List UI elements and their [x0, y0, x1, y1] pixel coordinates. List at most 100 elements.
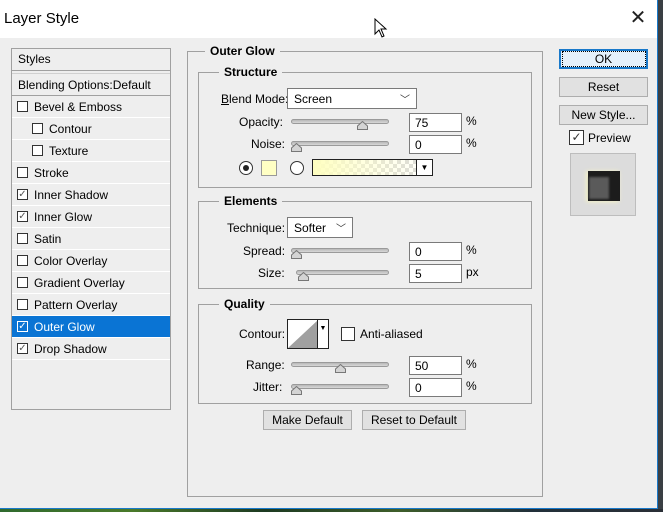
ok-button[interactable]: OK: [559, 49, 648, 69]
slider-track: [296, 270, 389, 275]
glow-color-swatch[interactable]: [261, 160, 277, 176]
styles-header[interactable]: Styles: [12, 49, 170, 71]
style-item-inner-shadow[interactable]: ✓ Inner Shadow: [12, 184, 170, 206]
checkbox-icon[interactable]: [17, 277, 28, 288]
opacity-input[interactable]: 75: [409, 113, 462, 132]
range-slider[interactable]: [291, 359, 389, 375]
style-item-outer-glow[interactable]: ✓ Outer Glow: [12, 316, 170, 338]
style-item-satin[interactable]: Satin: [12, 228, 170, 250]
checkbox-icon[interactable]: [32, 123, 43, 134]
spread-slider[interactable]: [291, 245, 389, 261]
gradient-radio[interactable]: [290, 161, 304, 175]
make-default-button[interactable]: Make Default: [263, 410, 352, 430]
noise-unit: %: [466, 136, 477, 150]
chevron-down-icon: ﹀: [400, 95, 410, 106]
checkbox-icon[interactable]: [17, 101, 28, 112]
style-item-label: Stroke: [34, 165, 69, 180]
slider-thumb[interactable]: [297, 272, 309, 281]
blend-mode-value: Screen: [294, 92, 333, 106]
spread-input[interactable]: 0: [409, 242, 462, 261]
preview-checkbox[interactable]: ✓: [569, 130, 584, 145]
style-item-stroke[interactable]: Stroke: [12, 162, 170, 184]
style-item-inner-glow[interactable]: ✓ Inner Glow: [12, 206, 170, 228]
jitter-label: Jitter:: [253, 380, 283, 394]
reset-button[interactable]: Reset: [559, 77, 648, 97]
preview-shape: [588, 171, 620, 201]
jitter-unit: %: [466, 379, 477, 393]
style-item-bevel-emboss[interactable]: Bevel & Emboss: [12, 96, 170, 118]
contour-curve-icon: [288, 320, 318, 348]
style-item-color-overlay[interactable]: Color Overlay: [12, 250, 170, 272]
technique-value: Softer: [294, 221, 327, 235]
opacity-slider[interactable]: [291, 116, 389, 132]
solid-color-radio[interactable]: [239, 161, 253, 175]
style-item-texture[interactable]: Texture: [12, 140, 170, 162]
chevron-down-icon: ﹀: [336, 224, 346, 235]
checkbox-icon[interactable]: [17, 255, 28, 266]
style-item-label: Pattern Overlay: [34, 297, 118, 312]
size-slider[interactable]: [296, 267, 389, 283]
style-preview: [570, 153, 636, 216]
opacity-label: Opacity:: [239, 115, 284, 129]
technique-select[interactable]: Softer ﹀: [287, 217, 353, 238]
checkbox-icon[interactable]: [17, 167, 28, 178]
quality-title: Quality: [219, 297, 270, 311]
style-item-pattern-overlay[interactable]: Pattern Overlay: [12, 294, 170, 316]
dropdown-arrow-icon[interactable]: ▼: [416, 160, 432, 175]
new-style-button[interactable]: New Style...: [559, 105, 648, 125]
range-input[interactable]: 50: [409, 356, 462, 375]
dropdown-arrow-icon[interactable]: ▼: [317, 320, 328, 348]
structure-group: Structure Blend Mode: Screen ﹀ Opacity: …: [198, 65, 532, 188]
style-item-label: Drop Shadow: [34, 341, 107, 356]
style-item-label: Color Overlay: [34, 253, 108, 268]
noise-input[interactable]: 0: [409, 135, 462, 154]
style-item-gradient-overlay[interactable]: Gradient Overlay: [12, 272, 170, 294]
style-item-label: Satin: [34, 231, 62, 246]
checkbox-checked-icon[interactable]: ✓: [17, 211, 28, 222]
checkbox-icon[interactable]: [17, 233, 28, 244]
opacity-unit: %: [466, 114, 477, 128]
styles-list: Styles Blending Options:Default Bevel & …: [11, 48, 171, 410]
style-item-contour[interactable]: Contour: [12, 118, 170, 140]
checkbox-checked-icon[interactable]: ✓: [17, 189, 28, 200]
close-icon[interactable]: ✕: [626, 6, 650, 30]
slider-track: [291, 141, 389, 146]
jitter-input[interactable]: 0: [409, 378, 462, 397]
checkbox-checked-icon[interactable]: ✓: [17, 321, 28, 332]
size-label: Size:: [258, 266, 285, 280]
slider-thumb[interactable]: [291, 386, 302, 395]
reset-to-default-button[interactable]: Reset to Default: [362, 410, 466, 430]
style-item-label: Outer Glow: [34, 319, 95, 334]
outer-glow-group: Outer Glow Structure Blend Mode: Screen …: [187, 44, 543, 497]
slider-track: [291, 119, 389, 124]
checkbox-checked-icon[interactable]: ✓: [17, 343, 28, 354]
elements-title: Elements: [219, 194, 283, 208]
checkbox-icon[interactable]: [32, 145, 43, 156]
spread-label: Spread:: [243, 244, 286, 258]
desktop-background: [658, 0, 663, 512]
elements-group: Elements Technique: Softer ﹀ Spread: 0 %…: [198, 194, 532, 289]
slider-thumb[interactable]: [291, 250, 302, 259]
anti-aliased-checkbox[interactable]: [341, 327, 355, 341]
checkbox-icon[interactable]: [17, 299, 28, 310]
style-item-drop-shadow[interactable]: ✓ Drop Shadow: [12, 338, 170, 360]
title-bar: Layer Style ✕: [0, 0, 657, 38]
blend-mode-label: Blend Mode:: [221, 92, 289, 106]
anti-aliased-label: Anti-aliased: [360, 327, 423, 341]
slider-thumb[interactable]: [335, 364, 346, 373]
size-input[interactable]: 5: [409, 264, 462, 283]
blend-mode-select[interactable]: Screen ﹀: [287, 88, 417, 109]
blending-options-item[interactable]: Blending Options:Default: [12, 73, 170, 96]
noise-slider[interactable]: [291, 138, 389, 154]
jitter-slider[interactable]: [291, 381, 389, 397]
slider-thumb[interactable]: [291, 143, 302, 152]
slider-track: [291, 248, 389, 253]
slider-thumb[interactable]: [357, 121, 368, 130]
spread-unit: %: [466, 243, 477, 257]
size-unit: px: [466, 265, 479, 279]
style-item-label: Bevel & Emboss: [34, 99, 123, 114]
gradient-picker[interactable]: ▼: [312, 159, 433, 176]
quality-group: Quality Contour: ▼ Anti-aliased Range: 5…: [198, 297, 532, 404]
layer-style-dialog: Layer Style ✕ Styles Blending Options:De…: [0, 0, 658, 509]
contour-picker[interactable]: ▼: [287, 319, 329, 349]
